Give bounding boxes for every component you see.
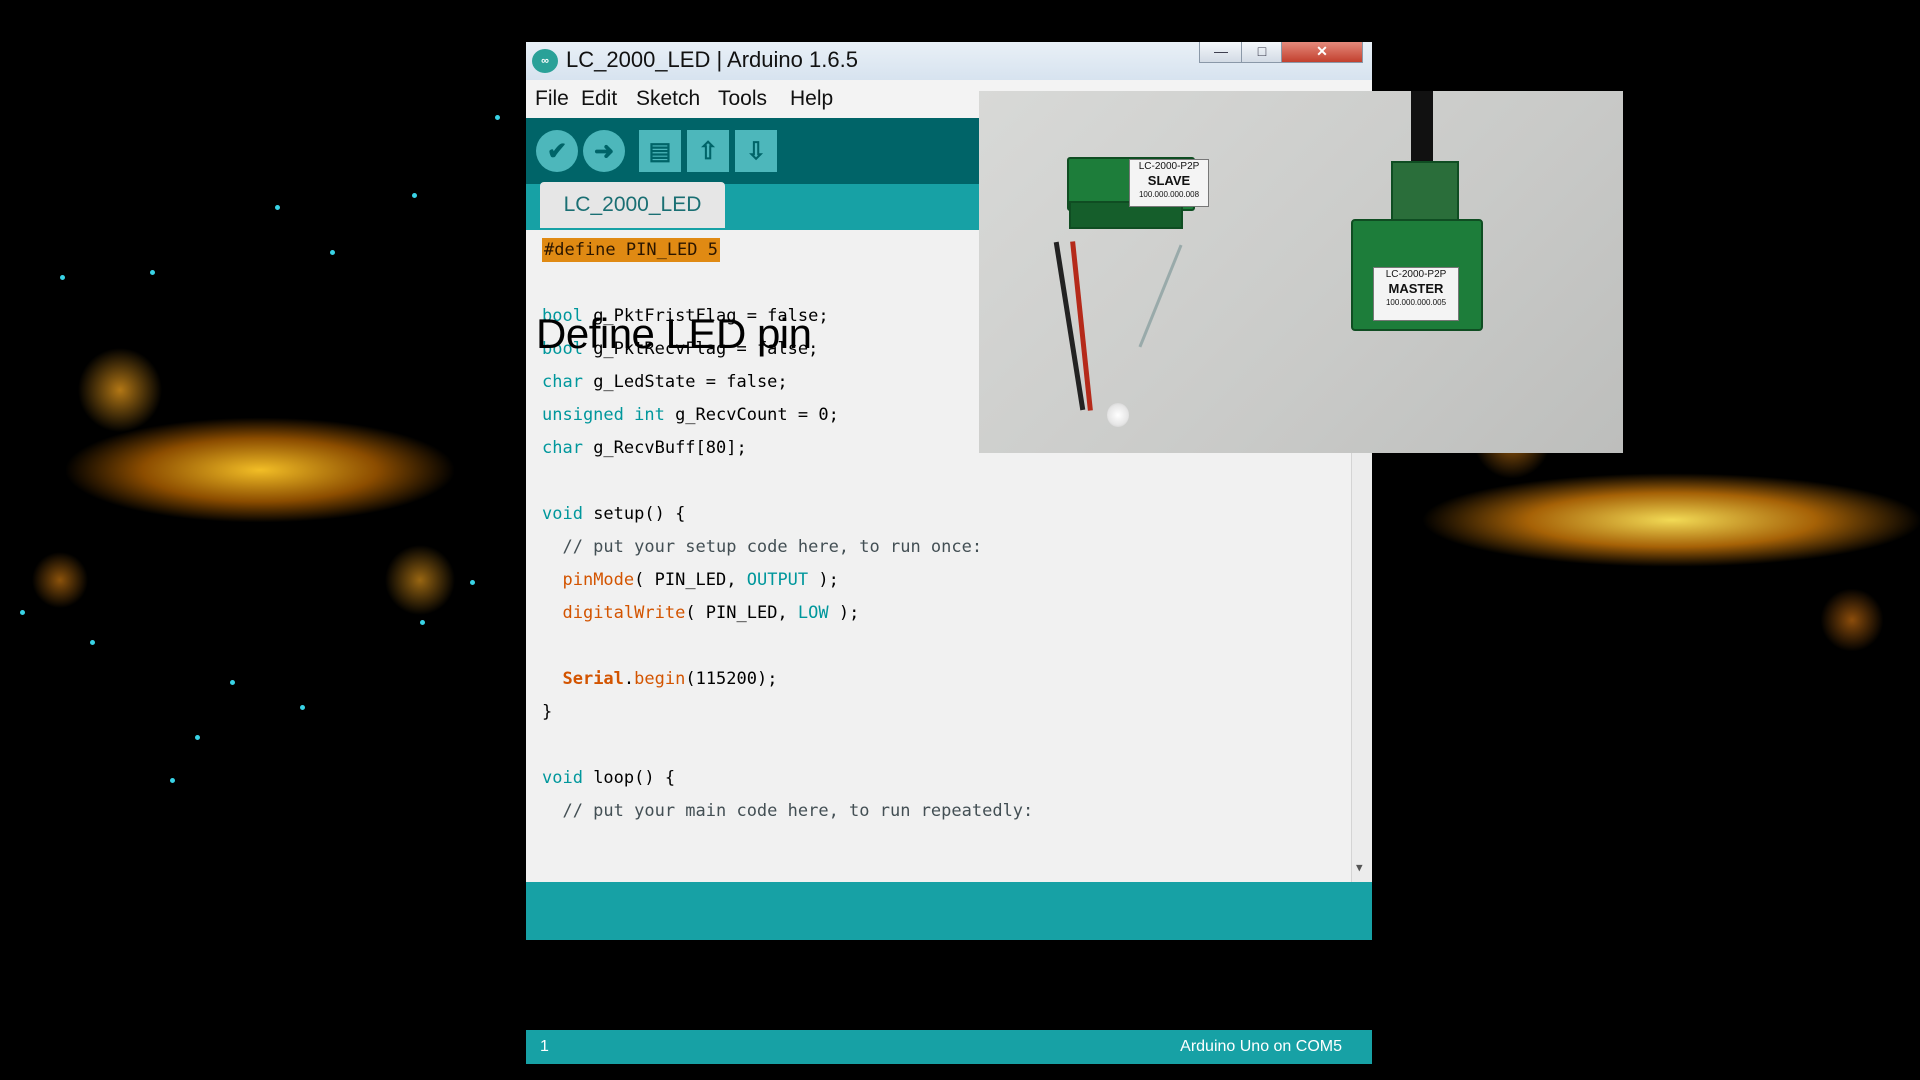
code-line-8: // put your setup code here, to run once… xyxy=(542,537,983,557)
code-line-4: char g_LedState = false; xyxy=(542,372,788,392)
usb-adapter xyxy=(1391,161,1459,225)
menu-help[interactable]: Help xyxy=(790,87,833,111)
line-number: 1 xyxy=(540,1038,549,1055)
code-line-6: char g_RecvBuff[80]; xyxy=(542,438,747,458)
checkmark-icon: ✔ xyxy=(546,137,568,165)
upload-button[interactable]: ➜ xyxy=(583,130,625,172)
highlighted-define: #define PIN_LED 5 xyxy=(542,238,720,262)
code-line-11: Serial.begin(115200); xyxy=(562,669,778,689)
board-port-status: Arduino Uno on COM5 xyxy=(1180,1038,1342,1055)
window-title: LC_2000_LED | Arduino 1.6.5 xyxy=(566,47,858,72)
background-fire-left xyxy=(0,160,526,800)
code-line-14: // put your main code here, to run repea… xyxy=(542,801,1034,821)
minimize-button[interactable]: — xyxy=(1199,42,1243,63)
close-button[interactable]: ✕ xyxy=(1281,42,1363,63)
arrow-down-icon: ⇩ xyxy=(745,137,767,165)
new-sketch-button[interactable]: ▤ xyxy=(639,130,681,172)
slave-chip-label: LC-2000-P2P SLAVE 100.000.000.008 xyxy=(1129,159,1209,207)
hardware-photo: LC-2000-P2P SLAVE 100.000.000.008 LC-200… xyxy=(979,91,1623,453)
tab-lc-2000-led[interactable]: LC_2000_LED xyxy=(540,182,725,228)
resistor-lead xyxy=(1138,244,1183,348)
master-chip-label: LC-2000-P2P MASTER 100.000.000.005 xyxy=(1373,267,1459,321)
arduino-logo-icon: ∞ xyxy=(532,49,558,73)
menu-sketch[interactable]: Sketch xyxy=(636,87,700,111)
menu-edit[interactable]: Edit xyxy=(581,87,617,111)
code-line-9: pinMode( PIN_LED, OUTPUT ); xyxy=(562,570,839,590)
arrow-up-icon: ⇧ xyxy=(697,137,719,165)
menu-file[interactable]: File xyxy=(535,87,569,111)
code-line-10: digitalWrite( PIN_LED, LOW ); xyxy=(562,603,860,623)
save-button[interactable]: ⇩ xyxy=(735,130,777,172)
code-line-5: unsigned int g_RecvCount = 0; xyxy=(542,405,839,425)
message-area xyxy=(526,882,1372,940)
verify-button[interactable]: ✔ xyxy=(536,130,578,172)
scroll-down-icon[interactable]: ▼ xyxy=(1356,861,1363,874)
code-line-12: } xyxy=(542,702,553,722)
code-line-13: void loop() { xyxy=(542,768,676,788)
video-annotation-caption: Define LED pin xyxy=(536,310,812,357)
status-bar: 1 Arduino Uno on COM5 xyxy=(526,1030,1372,1064)
code-line-1: #define PIN_LED 5 xyxy=(542,238,720,262)
arrow-right-icon: ➜ xyxy=(593,137,615,165)
new-file-icon: ▤ xyxy=(648,137,672,165)
menu-tools[interactable]: Tools xyxy=(718,87,767,111)
title-bar: ∞ LC_2000_LED | Arduino 1.6.5 — □ ✕ xyxy=(526,42,1372,80)
usb-cable xyxy=(1411,91,1433,161)
maximize-button[interactable]: □ xyxy=(1241,42,1283,63)
code-line-7: void setup() { xyxy=(542,504,686,524)
open-button[interactable]: ⇧ xyxy=(687,130,729,172)
led-bulb xyxy=(1107,403,1129,427)
